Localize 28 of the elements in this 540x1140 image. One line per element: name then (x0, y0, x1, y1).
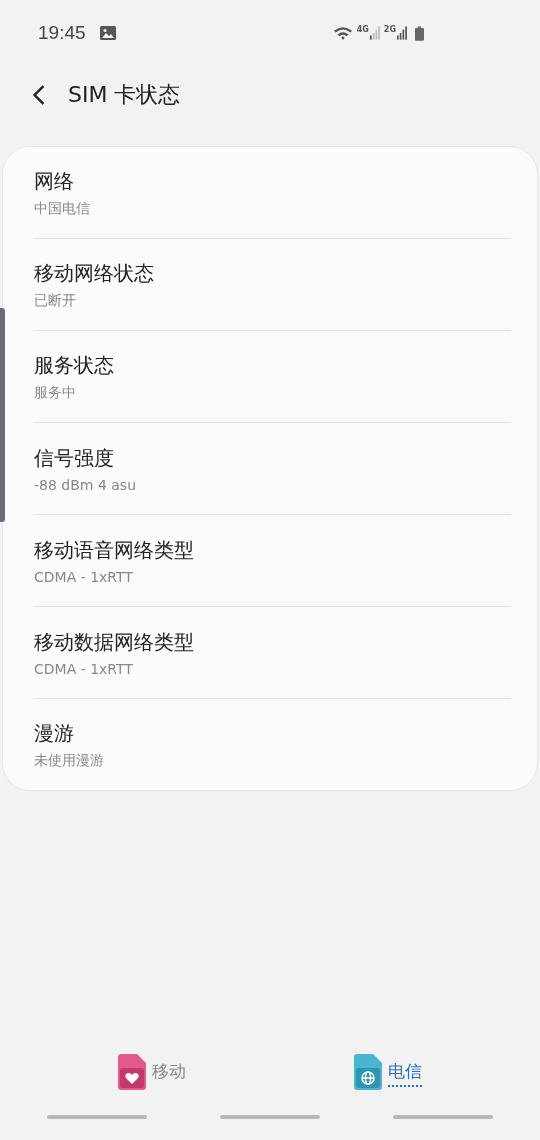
setting-value: CDMA - 1xRTT (34, 660, 134, 677)
setting-value: 中国电信 (34, 199, 91, 218)
setting-title: 移动语音网络类型 (34, 536, 195, 564)
sim-globe-icon (354, 1054, 382, 1090)
signal-icon (369, 26, 380, 40)
setting-title: 服务状态 (34, 351, 115, 379)
network-type-label: 2G (383, 24, 396, 34)
setting-value: -88 dBm 4 asu (34, 476, 137, 493)
setting-title: 网络 (34, 167, 75, 195)
battery-icon (415, 25, 424, 41)
setting-value: 未使用漫游 (34, 751, 105, 770)
page-title: SIM 卡状态 (68, 81, 181, 109)
edge-panel-handle[interactable] (0, 308, 5, 522)
setting-value: 服务中 (34, 383, 77, 402)
setting-title: 移动网络状态 (34, 259, 155, 287)
status-time: 19:45 (38, 22, 86, 44)
setting-title: 信号强度 (34, 444, 115, 472)
sim-tab[interactable]: 移动 (152, 1057, 186, 1087)
setting-value: CDMA - 1xRTT (34, 568, 134, 585)
image-icon (99, 26, 116, 40)
sim-heart-icon (118, 1054, 146, 1090)
sim-tab[interactable]: 电信 (388, 1057, 422, 1087)
wifi-icon (332, 25, 353, 41)
setting-value: 已断开 (34, 291, 77, 310)
signal-icon (397, 26, 407, 40)
network-type-label: 4G (356, 24, 369, 34)
setting-title: 漫游 (34, 719, 75, 747)
setting-title: 移动数据网络类型 (34, 628, 195, 656)
